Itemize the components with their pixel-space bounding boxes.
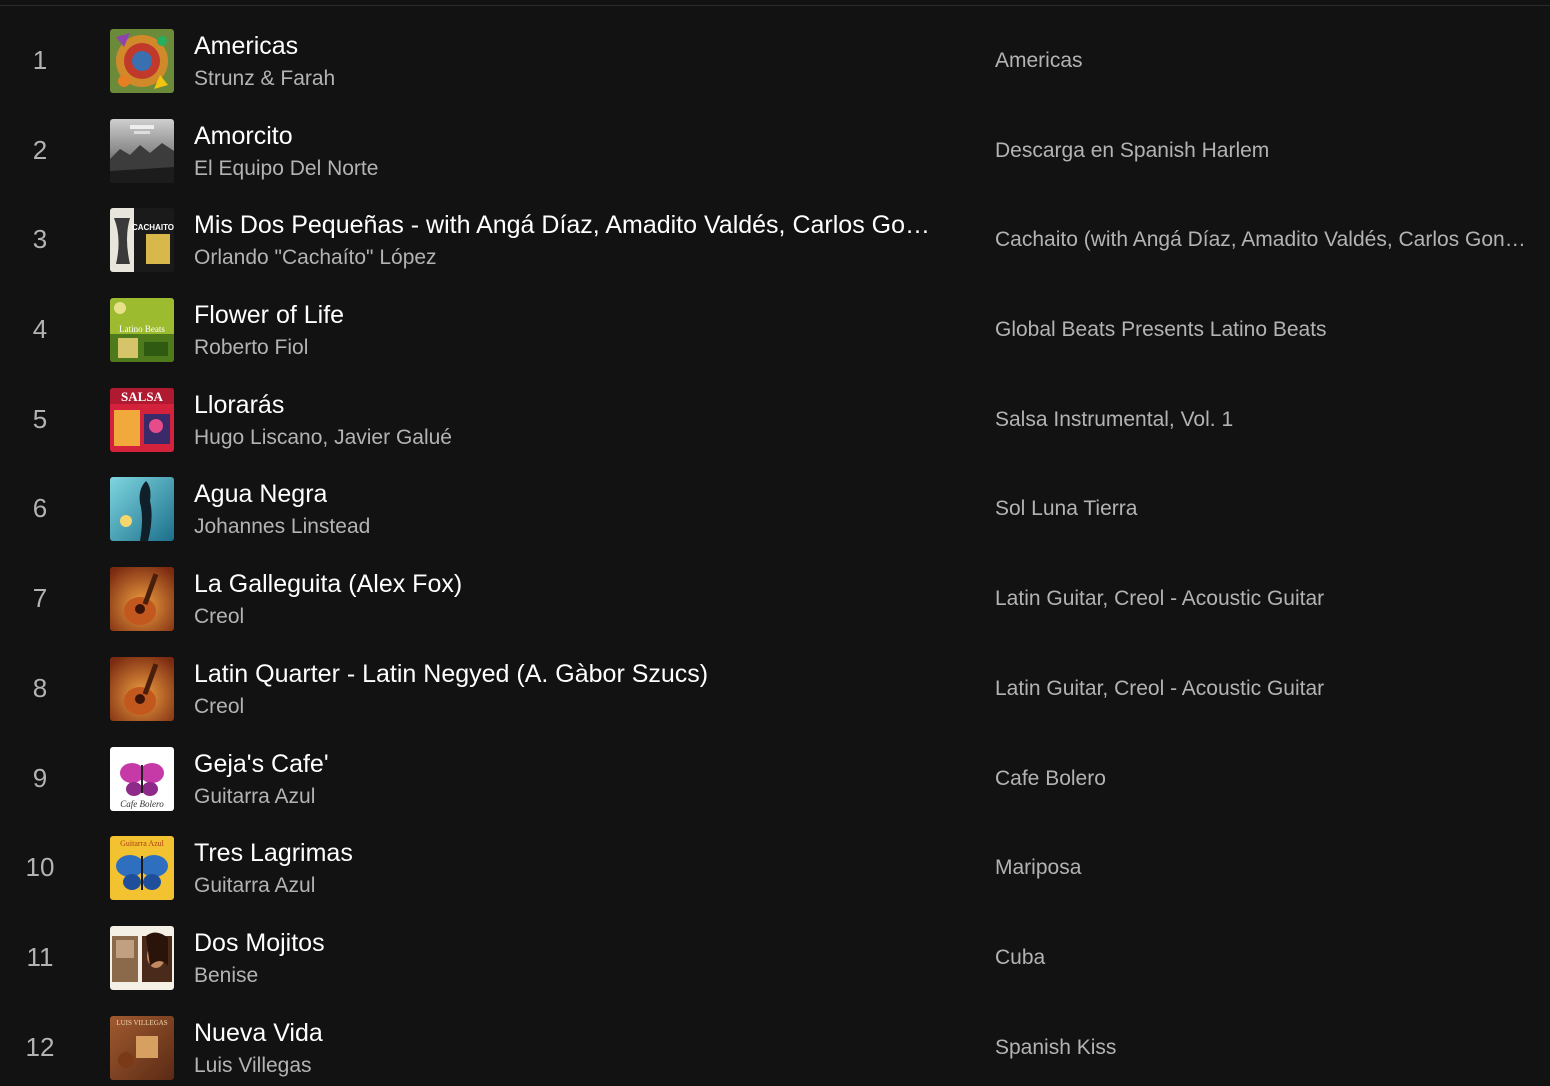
track-album[interactable]: Latin Guitar, Creol - Acoustic Guitar	[995, 675, 1548, 703]
track-row[interactable]: 12 LUIS VILLEGAS Nueva Vida Luis Villega…	[0, 1003, 1550, 1086]
track-number: 11	[26, 941, 54, 972]
track-artist[interactable]: Roberto Fiol	[194, 334, 308, 362]
track-title[interactable]: Amorcito	[194, 120, 293, 152]
svg-text:Latino Beats: Latino Beats	[119, 324, 165, 334]
track-title[interactable]: Agua Negra	[194, 478, 327, 510]
track-title[interactable]: Tres Lagrimas	[194, 837, 353, 869]
track-row[interactable]: 1 Americas Strunz & Farah Americas	[0, 16, 1550, 106]
album-cover-latin-guitar	[110, 567, 174, 632]
album-cover-cuba	[110, 925, 174, 990]
track-row[interactable]: 3 CACHAITO Mis Dos Pequeñas - with Angá …	[0, 195, 1550, 285]
track-artist[interactable]: Strunz & Farah	[194, 65, 335, 93]
svg-text:LUIS VILLEGAS: LUIS VILLEGAS	[116, 1019, 168, 1027]
album-cover-mariposa: Guitarra Azul	[110, 836, 174, 901]
track-row[interactable]: 5 SALSA Llorarás Hugo Liscano, Javier Ga…	[0, 375, 1550, 465]
track-title[interactable]: Americas	[194, 30, 298, 62]
track-album[interactable]: Spanish Kiss	[995, 1034, 1548, 1062]
album-cover-latin-guitar	[110, 656, 174, 721]
track-row[interactable]: 6 Agua Negra Johannes Linstead Sol Luna	[0, 464, 1550, 554]
track-title[interactable]: La Galleguita (Alex Fox)	[194, 568, 462, 600]
track-title[interactable]: Nueva Vida	[194, 1017, 323, 1049]
track-album[interactable]: Descarga en Spanish Harlem	[995, 137, 1548, 165]
track-title[interactable]: Llorarás	[194, 389, 284, 421]
track-row[interactable]: 7 La Galleguita (Alex Fox) Creol Latin G…	[0, 554, 1550, 644]
track-row[interactable]: 4 Latino Beats Flower of Life Roberto Fi…	[0, 285, 1550, 375]
svg-text:CACHAITO: CACHAITO	[132, 223, 174, 232]
track-album[interactable]: Sol Luna Tierra	[995, 495, 1548, 523]
track-artist[interactable]: El Equipo Del Norte	[194, 155, 378, 183]
track-number: 7	[32, 583, 48, 614]
header-divider	[0, 5, 1550, 6]
track-album[interactable]: Mariposa	[995, 854, 1548, 882]
album-cover-spanish-kiss: LUIS VILLEGAS	[110, 1015, 174, 1080]
track-number: 1	[32, 45, 48, 75]
track-number: 6	[32, 493, 48, 524]
track-artist[interactable]: Guitarra Azul	[194, 783, 315, 811]
svg-text:Guitarra Azul: Guitarra Azul	[120, 839, 165, 848]
track-row[interactable]: 10 Guitarra Azul Tres Lagrimas Guitarra …	[0, 823, 1550, 913]
track-row[interactable]: 11 Dos Mojitos Benise Cuba	[0, 913, 1550, 1003]
track-artist[interactable]: Creol	[194, 603, 244, 631]
track-artist[interactable]: Johannes Linstead	[194, 513, 370, 541]
track-artist[interactable]: Luis Villegas	[194, 1052, 312, 1080]
track-artist[interactable]: Guitarra Azul	[194, 872, 315, 900]
svg-text:Cafe Bolero: Cafe Bolero	[120, 799, 164, 809]
track-album[interactable]: Salsa Instrumental, Vol. 1	[995, 406, 1548, 434]
track-title[interactable]: Dos Mojitos	[194, 927, 325, 959]
svg-text:SALSA: SALSA	[121, 389, 164, 404]
track-album[interactable]: Cachaito (with Angá Díaz, Amadito Valdés…	[995, 226, 1548, 254]
track-artist[interactable]: Orlando "Cachaíto" López	[194, 244, 437, 272]
track-number: 4	[32, 314, 48, 345]
album-cover-sol-luna-tierra	[110, 477, 174, 542]
track-album[interactable]: Americas	[995, 47, 1548, 75]
track-artist[interactable]: Benise	[194, 962, 258, 990]
track-list: 1 Americas Strunz & Farah Americas 2 Amo…	[0, 16, 1550, 1086]
track-album[interactable]: Cuba	[995, 944, 1548, 972]
track-number: 12	[25, 1031, 55, 1062]
track-number: 10	[25, 852, 55, 883]
track-album[interactable]: Cafe Bolero	[995, 765, 1548, 793]
album-cover-descarga	[110, 118, 174, 183]
album-cover-salsa: SALSA	[110, 387, 174, 452]
album-cover-cachaito: CACHAITO	[110, 208, 174, 273]
playlist-track-list-view: 1 Americas Strunz & Farah Americas 2 Amo…	[0, 0, 1550, 1086]
track-title[interactable]: Mis Dos Pequeñas - with Angá Díaz, Amadi…	[194, 209, 930, 241]
track-artist[interactable]: Hugo Liscano, Javier Galué	[194, 424, 452, 452]
track-number: 8	[32, 672, 48, 703]
track-number: 5	[32, 403, 48, 434]
track-album[interactable]: Latin Guitar, Creol - Acoustic Guitar	[995, 585, 1548, 613]
track-title[interactable]: Geja's Cafe'	[194, 748, 329, 780]
track-number: 9	[32, 762, 48, 793]
track-row[interactable]: 2 Amorcito El Equipo Del Norte Descarga …	[0, 106, 1550, 196]
track-artist[interactable]: Creol	[194, 693, 244, 721]
track-row[interactable]: 8 Latin Quarter - Latin Negyed (A. Gàbor	[0, 644, 1550, 734]
track-album[interactable]: Global Beats Presents Latino Beats	[995, 316, 1548, 344]
track-number: 3	[32, 224, 48, 255]
album-cover-latino-beats: Latino Beats	[110, 298, 174, 363]
track-number: 2	[32, 134, 48, 165]
album-cover-cafe-bolero: Cafe Bolero	[110, 746, 174, 811]
track-title[interactable]: Flower of Life	[194, 299, 344, 331]
track-title[interactable]: Latin Quarter - Latin Negyed (A. Gàbor S…	[194, 658, 708, 690]
track-row[interactable]: 9 Cafe Bolero Geja's Cafe' Guitarra Azul…	[0, 734, 1550, 824]
album-cover-americas	[110, 29, 174, 93]
